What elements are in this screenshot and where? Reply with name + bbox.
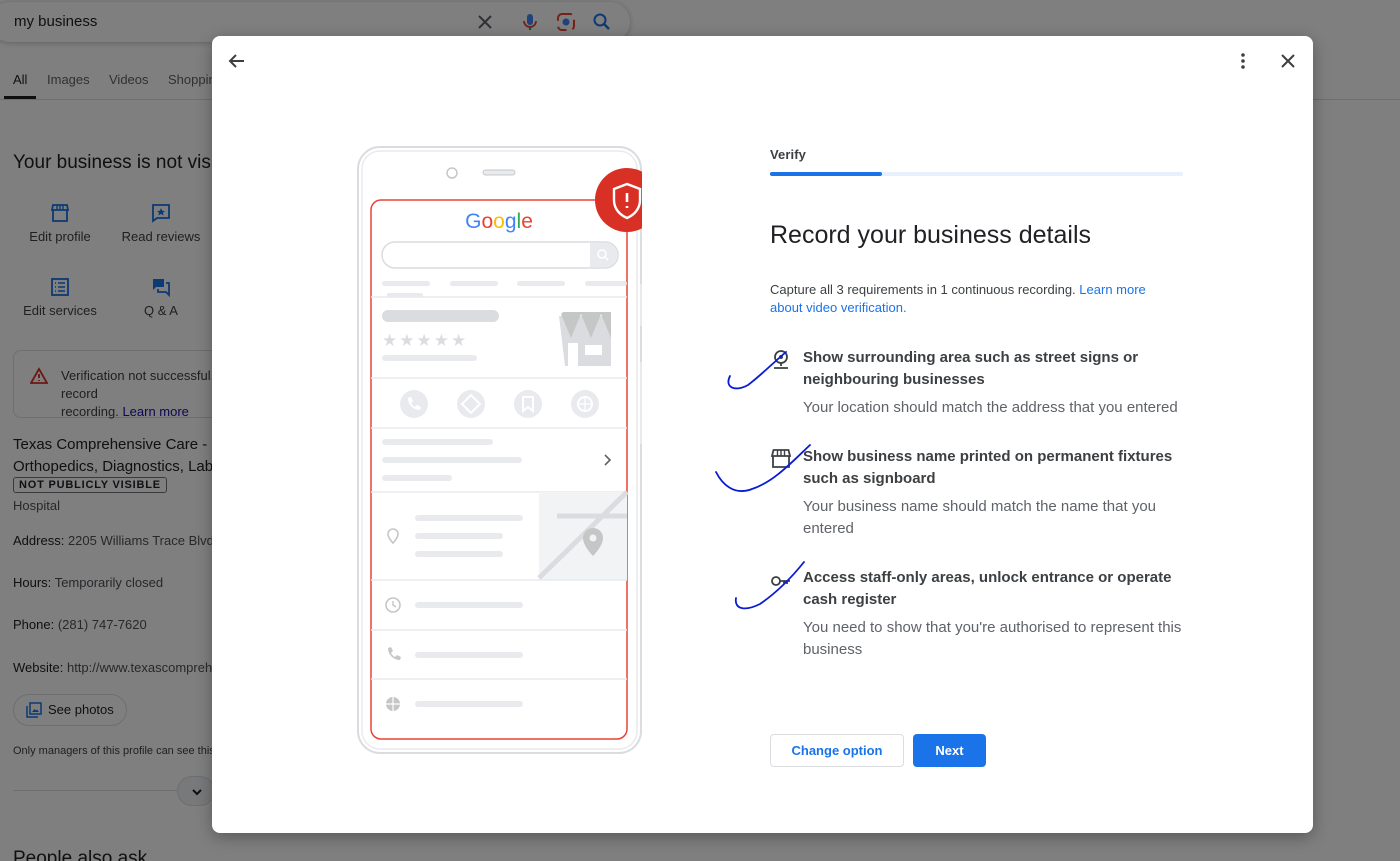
requirement-title: Show surrounding area such as street sig… <box>803 349 1139 388</box>
location-pin-icon <box>774 350 788 369</box>
phone-illustration: Google ★★★★★ <box>357 146 642 754</box>
requirement-title: Show business name printed on permanent … <box>803 448 1173 487</box>
requirement-item: Show business name printed on permanent … <box>770 446 1190 556</box>
requirement-desc: Your location should match the address t… <box>803 399 1178 416</box>
phone-google-logo: Google <box>465 210 533 233</box>
back-button[interactable] <box>217 41 257 81</box>
dialog-title: Record your business details <box>770 221 1091 249</box>
verification-dialog: Google ★★★★★ Verify Record your business… <box>212 36 1313 833</box>
intro-text: Capture all 3 requirements in 1 continuo… <box>770 281 1180 317</box>
storefront-icon <box>770 449 792 468</box>
more-options-button[interactable] <box>1223 41 1263 81</box>
svg-text:★★★★★: ★★★★★ <box>382 331 468 351</box>
key-icon <box>771 576 790 586</box>
progress-bar <box>770 172 1183 176</box>
intro-text-body: Capture all 3 requirements in 1 continuo… <box>770 282 1076 297</box>
arrow-back-icon <box>228 54 244 68</box>
change-option-button[interactable]: Change option <box>770 734 904 767</box>
more-vert-icon <box>1241 53 1245 69</box>
next-button[interactable]: Next <box>913 734 986 767</box>
close-button[interactable] <box>1268 41 1308 81</box>
requirement-item: Access staff-only areas, unlock entrance… <box>770 567 1190 677</box>
progress-fill <box>770 172 882 176</box>
requirement-title: Access staff-only areas, unlock entrance… <box>803 569 1172 608</box>
requirement-desc: You need to show that you're authorised … <box>803 619 1182 658</box>
requirement-item: Show surrounding area such as street sig… <box>770 347 1190 437</box>
step-label: Verify <box>770 147 807 162</box>
close-icon <box>1281 54 1295 68</box>
requirement-desc: Your business name should match the name… <box>803 498 1156 537</box>
